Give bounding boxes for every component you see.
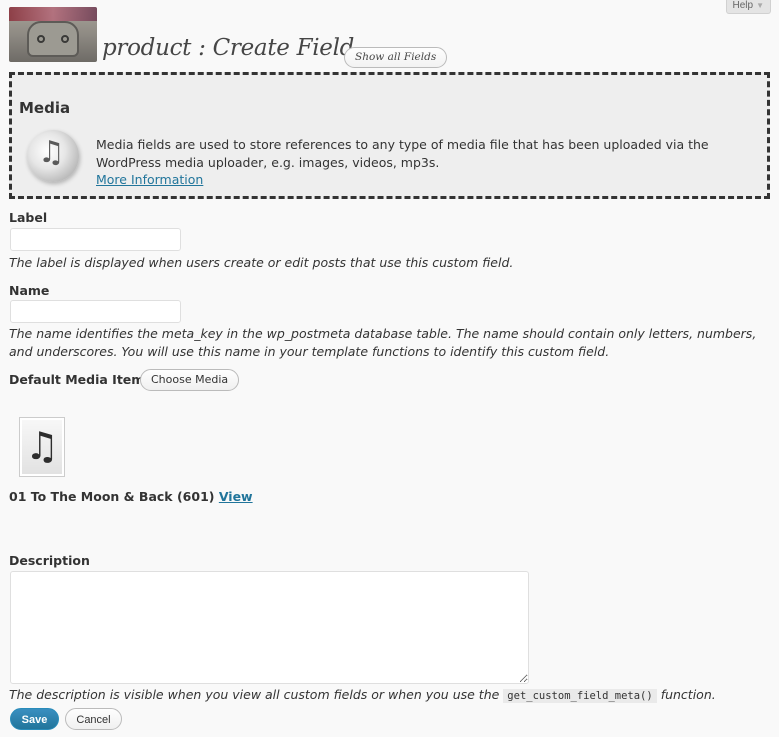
- cancel-button[interactable]: Cancel: [65, 708, 122, 730]
- description-help-text: The description is visible when you view…: [9, 686, 769, 705]
- function-code: get_custom_field_meta(): [503, 689, 657, 703]
- name-input[interactable]: [10, 300, 181, 323]
- description-help-after: function.: [660, 687, 716, 702]
- view-media-link[interactable]: View: [219, 489, 253, 504]
- field-type-description: Media fields are used to store reference…: [96, 137, 709, 170]
- label-help-text: The label is displayed when users create…: [9, 255, 514, 270]
- help-tab[interactable]: Help ▼: [725, 0, 771, 14]
- description-textarea[interactable]: [10, 571, 529, 684]
- name-field-label: Name: [9, 283, 50, 298]
- page-title: product : Create Field: [102, 35, 355, 61]
- description-help-before: The description is visible when you view…: [9, 687, 500, 702]
- chevron-down-icon: ▼: [756, 1, 764, 10]
- choose-media-button[interactable]: Choose Media: [140, 369, 240, 391]
- field-type-info-box: Media ♫ Media fields are used to store r…: [9, 72, 770, 199]
- label-input[interactable]: [10, 228, 181, 251]
- media-thumbnail[interactable]: ♫: [19, 417, 65, 477]
- description-field-label: Description: [9, 553, 90, 568]
- label-field-label: Label: [9, 210, 48, 225]
- field-type-heading: Media: [19, 99, 71, 117]
- site-logo-icon: [9, 7, 97, 62]
- selected-media-item: 01 To The Moon & Back (601) View: [9, 489, 253, 504]
- help-tab-label: Help: [732, 0, 754, 11]
- default-media-label: Default Media Item: [9, 372, 145, 387]
- show-all-fields-button[interactable]: Show all Fields: [344, 47, 448, 68]
- media-item-name: 01 To The Moon & Back (601): [9, 489, 215, 504]
- name-help-text: The name identifies the meta_key in the …: [9, 326, 757, 359]
- page-header: product : Create Field Show all Fields: [9, 7, 509, 69]
- music-note-icon: ♫: [25, 424, 60, 468]
- save-button[interactable]: Save: [10, 708, 59, 730]
- more-information-link[interactable]: More Information: [96, 172, 203, 187]
- music-note-icon: ♫: [27, 130, 79, 182]
